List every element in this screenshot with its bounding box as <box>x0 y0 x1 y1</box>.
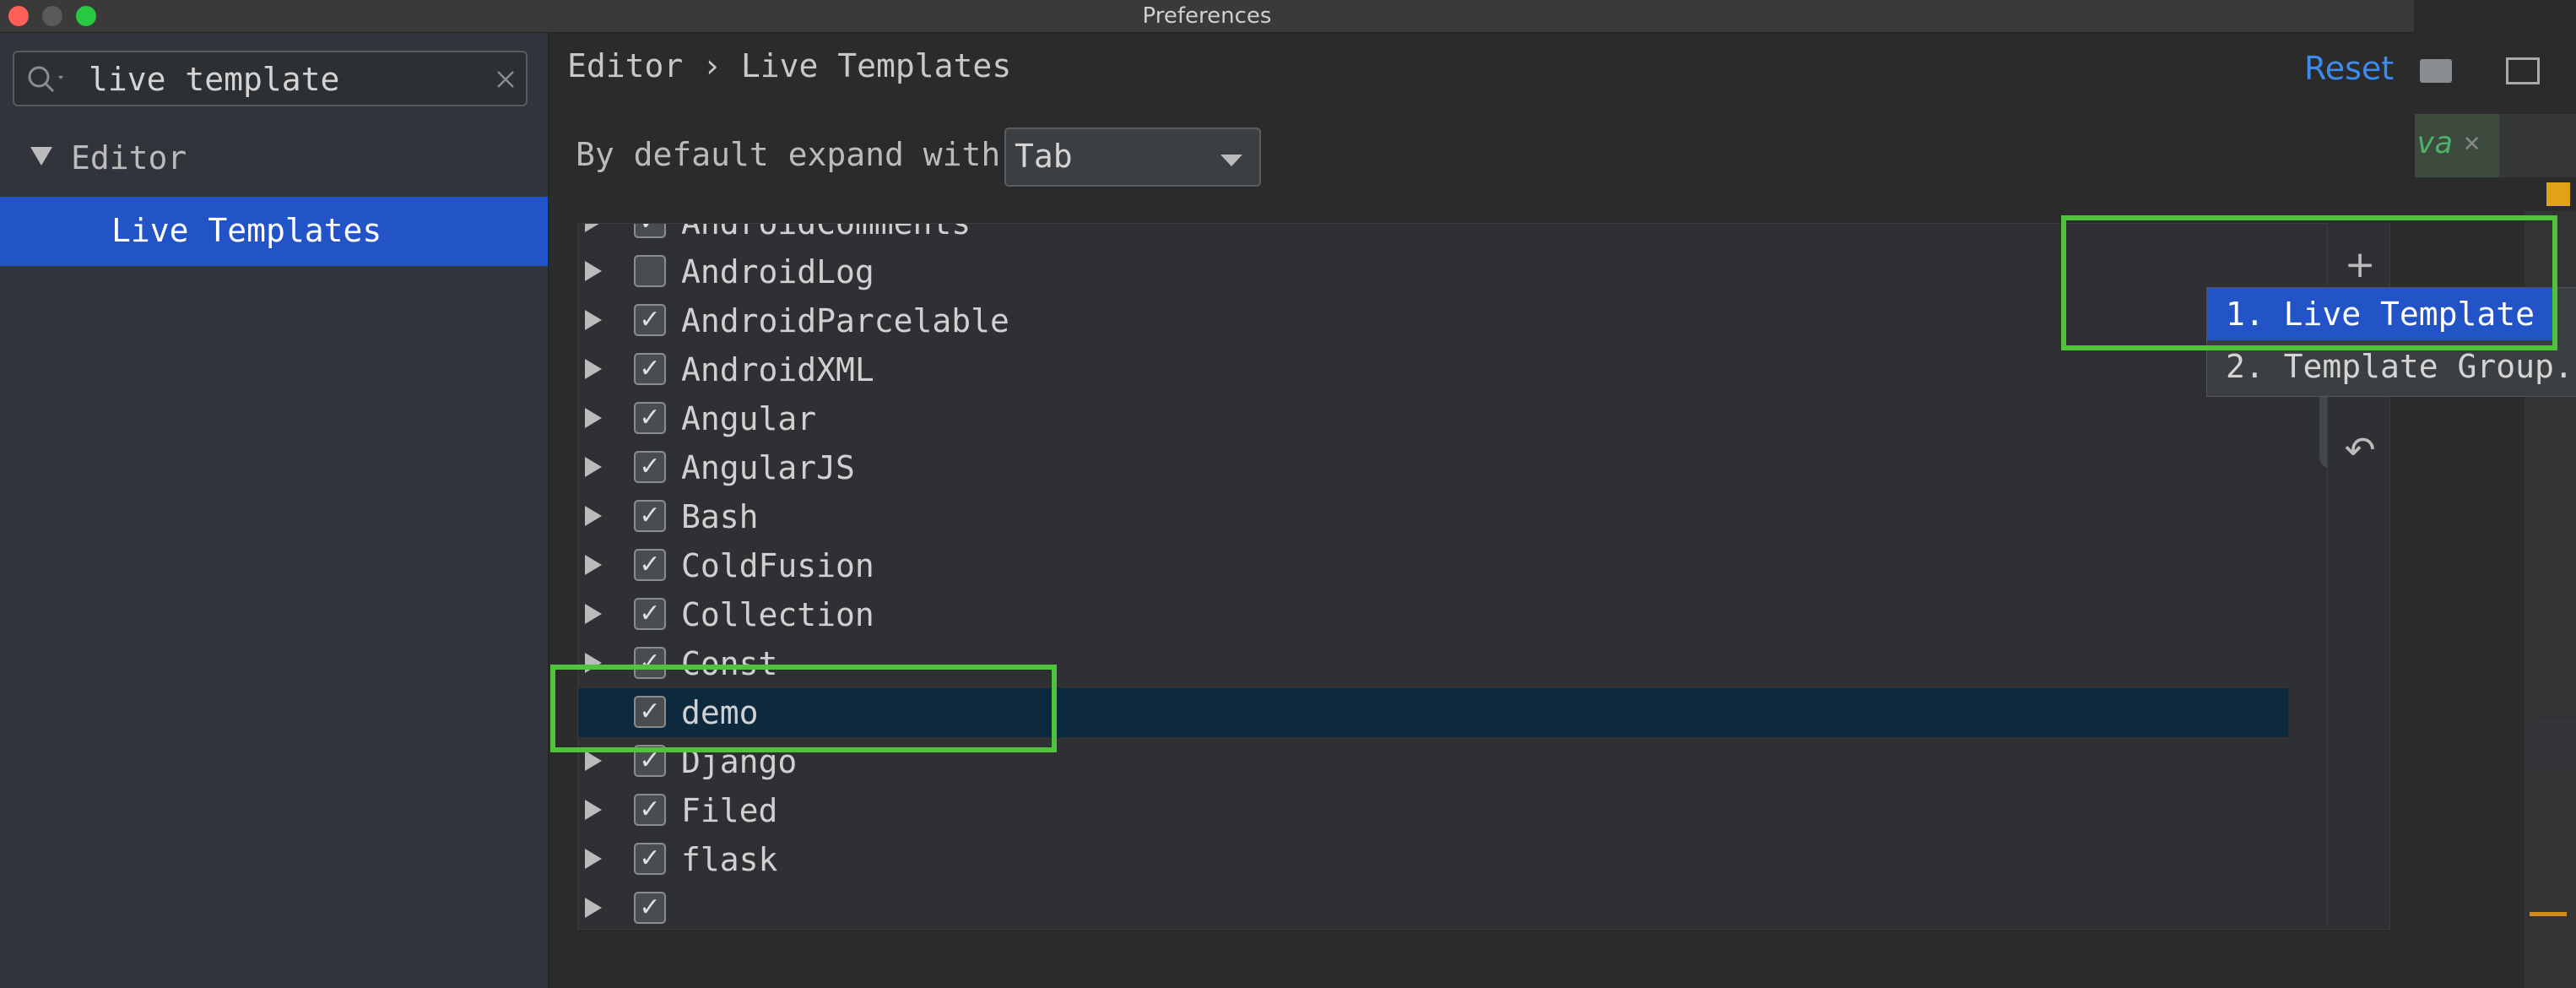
group-enabled-checkbox[interactable]: ✓ <box>634 549 666 581</box>
window-title: Preferences <box>1142 3 1272 29</box>
template-group-label: Filed <box>681 792 778 829</box>
group-enabled-checkbox[interactable]: ✓ <box>634 843 666 875</box>
expand-arrow-icon[interactable] <box>585 898 602 918</box>
ide-line-highlight <box>2533 719 2576 770</box>
expand-arrow-icon[interactable] <box>585 849 602 869</box>
template-group-row[interactable]: ✓ AndroidComments <box>578 223 2288 247</box>
expand-arrow-icon[interactable] <box>585 506 602 526</box>
template-group-label: AndroidParcelable <box>681 302 1009 339</box>
expand-arrow-icon[interactable] <box>585 224 602 232</box>
clear-search-icon[interactable] <box>495 69 516 90</box>
tree-item-live-templates-label: Live Templates <box>111 212 382 249</box>
expand-arrow-icon[interactable] <box>585 457 602 477</box>
ide-marker-icon <box>2546 182 2570 206</box>
ide-editor-tab[interactable]: va ✕ <box>2415 114 2499 177</box>
group-enabled-checkbox[interactable]: ✓ <box>634 402 666 434</box>
highlight-demo-row <box>550 665 1057 752</box>
tree-item-editor-label: Editor <box>71 139 187 176</box>
template-group-row[interactable]: ✓ flask <box>578 835 2288 884</box>
expand-arrow-icon[interactable] <box>585 800 602 820</box>
group-enabled-checkbox[interactable]: ✓ <box>634 224 666 238</box>
menu-item-template-group-label: 2. Template Group... <box>2226 348 2576 385</box>
group-enabled-checkbox[interactable]: ✓ <box>634 794 666 826</box>
template-group-row[interactable]: ✓ AndroidXML <box>578 345 2288 394</box>
template-group-label: ColdFusion <box>681 547 874 584</box>
template-group-row[interactable]: ✓ AndroidParcelable <box>578 296 2288 345</box>
tree-item-live-templates[interactable]: Live Templates <box>0 197 548 266</box>
highlight-add-menu <box>2061 215 2557 350</box>
template-group-label: Collection <box>681 596 874 633</box>
template-group-label: Bash <box>681 498 759 535</box>
template-group-row[interactable]: ✓ Filed <box>578 786 2288 835</box>
expand-arrow-icon[interactable] <box>585 604 602 624</box>
expand-arrow-icon[interactable] <box>585 408 602 428</box>
template-group-label: AndroidXML <box>681 351 874 388</box>
expand-key-value: Tab <box>1015 138 1073 175</box>
expanded-arrow-icon[interactable] <box>30 147 52 166</box>
ide-folder-icon[interactable] <box>2420 59 2452 83</box>
expand-arrow-icon[interactable] <box>585 261 602 281</box>
group-enabled-checkbox[interactable]: ✓ <box>634 598 666 630</box>
template-group-label: flask <box>681 841 778 878</box>
template-group-label: AngularJS <box>681 449 855 486</box>
expand-arrow-icon[interactable] <box>585 751 602 771</box>
live-templates-panel: Editor › Live Templates Reset By default… <box>549 33 2414 988</box>
expand-arrow-icon[interactable] <box>585 310 602 330</box>
ide-tab-close-icon[interactable]: ✕ <box>2464 126 2480 158</box>
expand-with-label: By default expand with <box>576 136 1001 173</box>
expand-arrow-icon[interactable] <box>585 359 602 379</box>
template-group-label: AndroidComments <box>681 223 971 242</box>
reset-button[interactable]: Reset <box>2304 48 2394 89</box>
breadcrumb: Editor › Live Templates <box>567 47 1012 84</box>
revert-button[interactable]: ↶ <box>2343 432 2377 470</box>
template-group-label: Angular <box>681 400 817 437</box>
chevron-down-icon <box>1220 155 1242 166</box>
window-titlebar: Preferences <box>0 0 2414 33</box>
template-group-row[interactable]: ✓ AngularJS <box>578 443 2288 492</box>
tree-item-editor[interactable]: Editor <box>30 138 187 178</box>
group-enabled-checkbox[interactable]: ✓ <box>634 892 666 924</box>
ide-scroll-marker <box>2530 912 2567 916</box>
group-enabled-checkbox[interactable]: ✓ <box>634 451 666 483</box>
settings-sidebar: live template Editor Live Templates <box>0 33 549 988</box>
template-group-row[interactable]: ✓ Collection <box>578 590 2288 639</box>
settings-search[interactable]: live template <box>13 51 528 106</box>
group-enabled-checkbox[interactable]: ✓ <box>634 304 666 336</box>
expand-arrow-icon[interactable] <box>585 555 602 575</box>
template-group-row[interactable]: ✓ ColdFusion <box>578 541 2288 590</box>
ide-tab-label: va <box>2416 126 2454 160</box>
expand-key-dropdown[interactable]: Tab <box>1004 128 1261 187</box>
group-enabled-checkbox[interactable]: ✓ <box>634 353 666 385</box>
search-input[interactable]: live template <box>89 59 339 100</box>
group-enabled-checkbox[interactable]: ✓ <box>634 500 666 532</box>
template-group-row[interactable]: ✓ Angular <box>578 394 2288 443</box>
search-icon <box>28 66 63 93</box>
ide-run-icon[interactable] <box>2506 57 2540 84</box>
group-enabled-checkbox[interactable] <box>634 255 666 287</box>
template-group-row[interactable]: ✓ <box>578 884 2288 929</box>
template-group-row[interactable]: AndroidLog <box>578 247 2288 296</box>
template-group-label: AndroidLog <box>681 253 874 290</box>
template-group-row[interactable]: ✓ Bash <box>578 492 2288 541</box>
